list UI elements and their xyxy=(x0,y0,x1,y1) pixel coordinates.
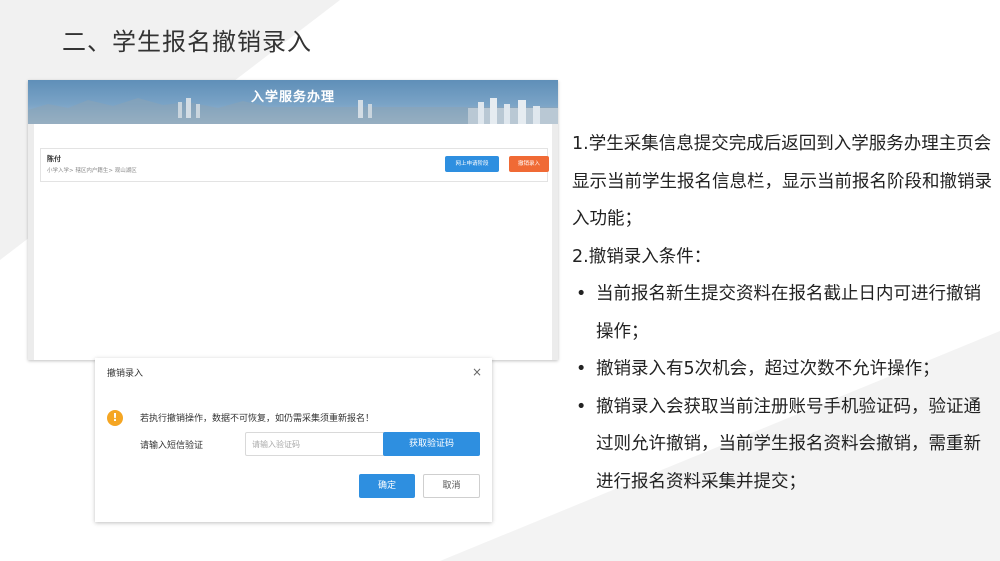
get-code-button[interactable]: 获取验证码 xyxy=(383,432,480,456)
revoke-entry-button[interactable]: 撤销录入 xyxy=(509,156,549,172)
condition-bullet: • 当前报名新生提交资料在报名截止日内可进行撤销操作； xyxy=(572,276,996,351)
slide-title: 二、学生报名撤销录入 xyxy=(62,28,312,56)
description-text: 1.学生采集信息提交完成后返回到入学服务办理主页会显示当前学生报名信息栏，显示当… xyxy=(572,126,996,501)
description-paragraph: 2.撤销录入条件： xyxy=(572,246,712,267)
banner-title: 入学服务办理 xyxy=(250,90,335,105)
bullet-icon: • xyxy=(576,359,587,379)
confirm-button[interactable]: 确定 xyxy=(359,474,415,498)
sms-code-label: 请输入短信验证 xyxy=(140,441,204,451)
condition-text: 当前报名新生提交资料在报名截止日内可进行撤销操作； xyxy=(596,284,981,342)
bullet-icon: • xyxy=(576,284,587,304)
close-icon[interactable]: × xyxy=(472,365,482,379)
registration-stage-button[interactable]: 网上申请阶段 xyxy=(445,156,499,172)
student-info-card: 陈付 小学入学> 辖区内户籍生> 观山湖区 网上申请阶段 撤销录入 xyxy=(40,148,549,182)
revoke-dialog: 撤销录入 × ! 若执行撤销操作，数据不可恢复，如仍需采集须重新报名！ 请输入短… xyxy=(95,358,492,522)
warning-icon: ! xyxy=(107,410,123,426)
dialog-title: 撤销录入 xyxy=(107,369,144,379)
condition-bullet: • 撤销录入有5次机会，超过次数不允许操作； xyxy=(572,351,996,389)
page-banner: 入学服务办理 xyxy=(28,80,558,124)
student-name: 陈付 xyxy=(47,155,61,163)
condition-text: 撤销录入会获取当前注册账号手机验证码，验证通过则允许撤销，当前学生报名资料会撤销… xyxy=(596,396,981,492)
warning-text: 若执行撤销操作，数据不可恢复，如仍需采集须重新报名！ xyxy=(140,414,375,424)
sms-code-input[interactable] xyxy=(245,432,387,456)
description-paragraph: 1.学生采集信息提交完成后返回到入学服务办理主页会显示当前学生报名信息栏，显示当… xyxy=(572,134,992,229)
student-registration-path: 小学入学> 辖区内户籍生> 观山湖区 xyxy=(47,168,137,174)
condition-text: 撤销录入有5次机会，超过次数不允许操作； xyxy=(596,359,940,379)
condition-bullet: • 撤销录入会获取当前注册账号手机验证码，验证通过则允许撤销，当前学生报名资料会… xyxy=(572,389,996,502)
bullet-icon: • xyxy=(576,396,587,417)
page-content: 陈付 小学入学> 辖区内户籍生> 观山湖区 网上申请阶段 撤销录入 xyxy=(34,124,552,360)
screenshot-panel: 入学服务办理 陈付 小学入学> 辖区内户籍生> 观山湖区 网上申请阶段 撤销录入 xyxy=(28,80,558,360)
cancel-button[interactable]: 取消 xyxy=(423,474,480,498)
